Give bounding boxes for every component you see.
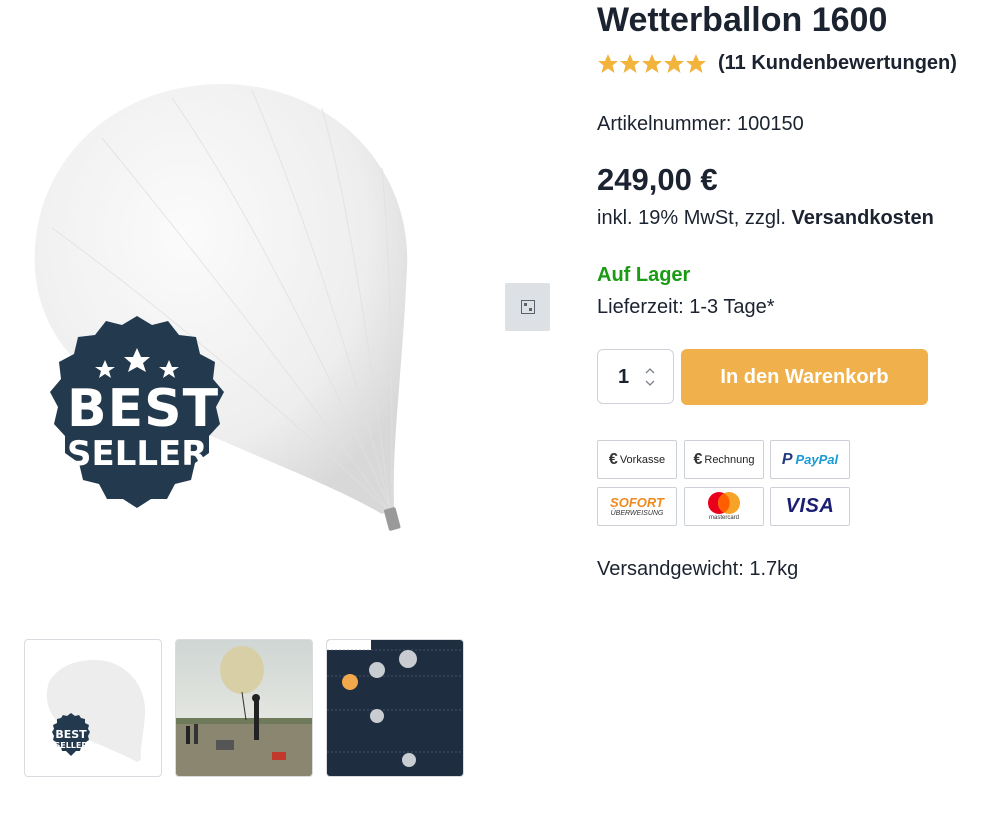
balloon-thumbnail-image: BEST SELLER: [46, 660, 146, 762]
quantity-stepper[interactable]: 1: [597, 349, 674, 404]
payment-rechnung: € Rechnung: [684, 440, 764, 479]
thumbnail-3[interactable]: [326, 639, 464, 777]
product-price: 249,00 €: [597, 162, 718, 197]
delivery-time: Lieferzeit: 1-3 Tage*: [597, 296, 775, 318]
bestseller-text: BEST SELLER: [67, 379, 220, 474]
stock-status: Auf Lager: [597, 264, 691, 286]
svg-text:BEST: BEST: [55, 728, 87, 741]
paypal-logo: P: [781, 450, 793, 468]
altitude-chart-thumbnail: [327, 640, 463, 776]
add-to-cart-button[interactable]: In den Warenkorb: [681, 349, 928, 405]
quantity-input[interactable]: 1: [618, 366, 629, 389]
payment-vorkasse: € Vorkasse: [597, 440, 677, 479]
payment-mastercard-label: mastercard: [708, 515, 739, 521]
svg-text:SELLER: SELLER: [54, 741, 87, 750]
badge-line2: SELLER: [67, 434, 208, 474]
product-main-image[interactable]: BEST SELLER: [22, 78, 482, 548]
product-rating[interactable]: (11 Kundenbewertungen): [597, 52, 957, 75]
payment-sofort-sub: ÜBERWEISUNG: [610, 509, 664, 517]
badge-line1: BEST: [67, 379, 220, 439]
tax-info: inkl. 19% MwSt, zzgl. Versandkosten: [597, 207, 934, 230]
mastercard-logo: [708, 492, 740, 514]
payment-mastercard: mastercard: [684, 487, 764, 526]
chevron-up-icon[interactable]: [641, 365, 659, 377]
chevron-down-icon[interactable]: [641, 377, 659, 389]
expand-icon: [520, 300, 535, 314]
shipping-weight: Versandgewicht: 1.7kg: [597, 558, 799, 580]
thumbnail-1[interactable]: BEST SELLER: [24, 639, 162, 777]
payment-sofort-label: SOFORT: [610, 494, 664, 510]
payment-visa: VISA: [770, 487, 850, 526]
payment-paypal: P PayPal: [770, 440, 850, 479]
payment-rechnung-label: Rechnung: [704, 453, 755, 466]
euro-icon: €: [693, 450, 703, 468]
image-zoom-button[interactable]: [505, 283, 550, 331]
star-icons: [598, 53, 706, 73]
article-number: Artikelnummer: 100150: [597, 113, 804, 135]
payment-sofort: SOFORT ÜBERWEISUNG: [597, 487, 677, 526]
launch-photo-thumbnail: [176, 640, 312, 776]
weather-balloon-image: [34, 84, 408, 531]
shipping-costs-link[interactable]: Versandkosten: [792, 207, 934, 229]
tax-text: inkl. 19% MwSt, zzgl.: [597, 207, 792, 229]
payment-paypal-label: PayPal: [795, 452, 839, 467]
product-title: Wetterballon 1600: [597, 1, 888, 39]
euro-icon: €: [608, 450, 618, 468]
rating-stars: [597, 53, 709, 75]
rating-count-link[interactable]: (11 Kundenbewertungen): [718, 52, 957, 75]
visa-logo: VISA: [785, 495, 835, 517]
payment-vorkasse-label: Vorkasse: [619, 453, 666, 466]
thumbnail-2[interactable]: [175, 639, 313, 777]
